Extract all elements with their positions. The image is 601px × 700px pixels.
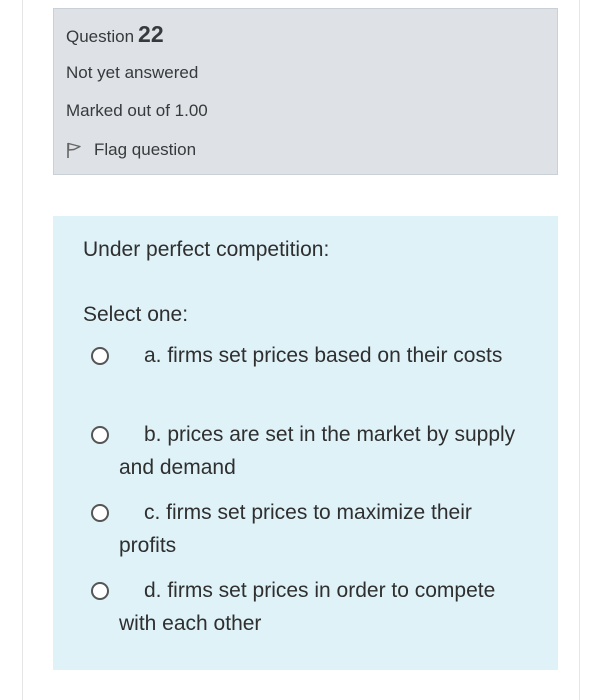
page-border-right (579, 0, 580, 700)
flag-question-label: Flag question (94, 140, 197, 159)
flag-question-link[interactable]: Flag question (66, 140, 196, 160)
answer-option-d[interactable]: d. firms set prices in order to compete … (91, 574, 531, 640)
answer-option-c[interactable]: c. firms set prices to maximize their pr… (91, 496, 531, 562)
radio-button-b[interactable] (91, 426, 109, 444)
question-text: Under perfect competition: (83, 238, 330, 261)
answer-option-a-label[interactable]: a. firms set prices based on their costs (91, 339, 531, 372)
radio-button-a[interactable] (91, 347, 109, 365)
answer-option-b-label[interactable]: b. prices are set in the market by suppl… (91, 418, 531, 484)
radio-button-c[interactable] (91, 504, 109, 522)
select-one-prompt: Select one: (83, 303, 189, 326)
answer-option-a[interactable]: a. firms set prices based on their costs (91, 339, 531, 372)
answer-option-d-label[interactable]: d. firms set prices in order to compete … (91, 574, 531, 640)
question-number: Question 22 (66, 21, 164, 48)
question-info-panel: Question 22 Not yet answered Marked out o… (53, 8, 558, 175)
answer-option-b[interactable]: b. prices are set in the market by suppl… (91, 418, 531, 484)
question-number-value: 22 (138, 21, 164, 47)
radio-button-d[interactable] (91, 582, 109, 600)
question-content-panel: Under perfect competition: Select one: a… (53, 216, 558, 670)
answer-option-c-label[interactable]: c. firms set prices to maximize their pr… (91, 496, 531, 562)
page-border-left (22, 0, 23, 700)
question-label: Question (66, 27, 135, 46)
question-state: Not yet answered (66, 63, 199, 82)
flag-icon (66, 141, 82, 159)
question-grade: Marked out of 1.00 (66, 101, 208, 120)
